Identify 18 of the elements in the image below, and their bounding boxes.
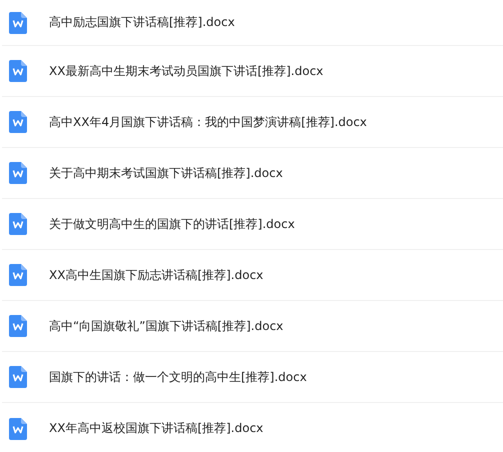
word-document-icon [9, 162, 27, 184]
word-document-icon [9, 264, 27, 286]
word-document-icon [9, 111, 27, 133]
word-document-icon [9, 213, 27, 235]
file-name[interactable]: 高中XX年4月国旗下讲话稿：我的中国梦演讲稿[推荐].docx [49, 114, 367, 130]
file-name[interactable]: 高中励志国旗下讲话稿[推荐].docx [49, 14, 235, 31]
file-name[interactable]: 国旗下的讲话：做一个文明的高中生[推荐].docx [49, 368, 307, 386]
file-name[interactable]: XX高中生国旗下励志讲话稿[推荐].docx [49, 266, 264, 284]
word-document-icon [9, 418, 27, 440]
word-document-icon [9, 366, 27, 388]
word-document-icon [9, 60, 27, 82]
file-name[interactable]: 关于高中期末考试国旗下讲话稿[推荐].docx [49, 164, 283, 182]
file-name[interactable]: XX最新高中生期末考试动员国旗下讲话[推荐].docx [49, 62, 324, 80]
file-name[interactable]: 高中“向国旗敬礼”国旗下讲话稿[推荐].docx [49, 318, 284, 334]
file-name[interactable]: XX年高中返校国旗下讲话稿[推荐].docx [49, 420, 264, 437]
file-name[interactable]: 关于做文明高中生的国旗下的讲话[推荐].docx [49, 216, 295, 232]
word-document-icon [9, 315, 27, 337]
word-document-icon [9, 12, 27, 34]
